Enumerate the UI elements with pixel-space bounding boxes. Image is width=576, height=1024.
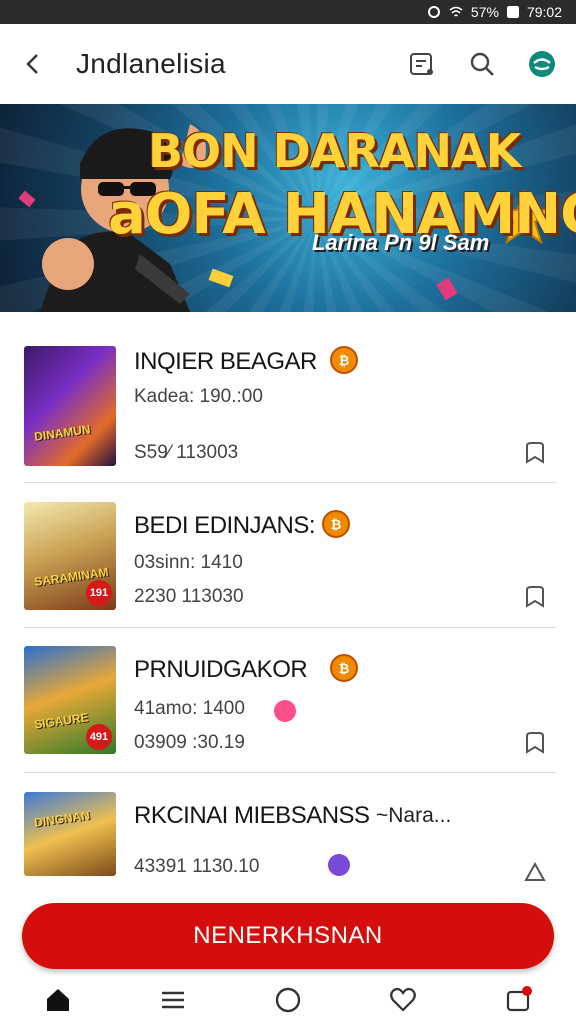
search-icon <box>470 52 494 76</box>
game-thumbnail: DINAMUN <box>24 346 116 466</box>
game-thumbnail: SARAMINAM 191 <box>24 502 116 610</box>
game-meta-1: Kadea: 190.:00 <box>134 386 263 407</box>
page-title: Jndlanelisia <box>76 48 226 79</box>
game-thumbnail: DINGNAN <box>24 792 116 876</box>
game-meta-1: 03sinn: 1410 <box>134 552 243 573</box>
note-icon <box>410 53 433 75</box>
game-meta-2: 2230 113030 <box>134 586 244 607</box>
bookmark-icon[interactable] <box>522 584 548 610</box>
status-bar: 57% 79:02 <box>0 0 576 24</box>
promo-banner[interactable]: BON DARANAK aOFA HANAMNG Larina Pn 9l Sa… <box>0 104 576 312</box>
bookmark-icon[interactable] <box>522 730 548 756</box>
circle-icon <box>275 987 301 1013</box>
primary-action-button[interactable]: NENERKHSNAN <box>22 903 554 969</box>
coin-icon: ₿ <box>322 510 350 538</box>
game-title: RKCINAI MIEBSANSS <box>134 802 370 829</box>
back-button[interactable] <box>18 49 48 79</box>
divider <box>24 482 556 483</box>
app-bar: Jndlanelisia <box>0 24 576 104</box>
nav-home[interactable] <box>38 980 78 1020</box>
home-icon <box>46 989 69 1011</box>
clock: 79:02 <box>526 4 562 20</box>
game-title: INQIER BEAGAR <box>134 348 317 375</box>
profile-avatar-icon <box>529 51 555 77</box>
profile-button[interactable] <box>526 48 558 80</box>
game-thumbnail: SIGAURE 491 <box>24 646 116 754</box>
chat-bubble-icon <box>274 700 296 722</box>
app-bar-actions <box>406 48 558 80</box>
vibrate-icon <box>427 6 440 18</box>
chat-bubble-icon <box>328 854 350 876</box>
battery-icon <box>506 6 519 18</box>
heart-icon <box>390 987 417 1012</box>
coin-icon: ₿ <box>330 654 358 682</box>
game-meta-2: 03909 :30.19 <box>134 732 245 753</box>
nav-list[interactable] <box>153 980 193 1020</box>
battery-percent: 57% <box>470 4 499 20</box>
nav-inbox[interactable] <box>498 980 538 1020</box>
divider <box>24 627 556 628</box>
thumbnail-title: DINAMUN <box>33 422 92 444</box>
list-item[interactable]: SIGAURE 491 PRNUIDGAKOR ₿ 41amo: 1400 03… <box>24 646 556 754</box>
bottom-nav <box>0 976 576 1024</box>
notes-button[interactable] <box>406 48 438 80</box>
thumbnail-badge: 191 <box>86 580 112 606</box>
banner-headline-1: BON DARANAK <box>148 124 521 178</box>
thumbnail-badge: 491 <box>86 724 112 750</box>
game-meta-1: 41amo: 1400 <box>134 698 245 719</box>
nav-circle[interactable] <box>268 980 308 1020</box>
chevron-left-icon <box>26 54 38 74</box>
thumbnail-title: SIGAURE <box>33 710 90 732</box>
game-meta-1: 43391 1130.10 <box>134 856 260 877</box>
divider <box>24 772 556 773</box>
nav-favorites[interactable] <box>383 980 423 1020</box>
list-item[interactable]: SARAMINAM 191 BEDI EDINJANS: ₿ 03sinn: 1… <box>24 502 556 610</box>
bookmark-icon[interactable] <box>522 440 548 466</box>
thumbnail-title: DINGNAN <box>33 808 91 830</box>
game-title: PRNUIDGAKOR <box>134 656 308 683</box>
banner-subline: Larina Pn 9l Sam <box>312 230 490 255</box>
list-item[interactable]: DINAMUN INQIER BEAGAR ₿ Kadea: 190.:00 S… <box>24 346 556 466</box>
search-button[interactable] <box>466 48 498 80</box>
game-title-suffix: ~Nara... <box>376 804 452 827</box>
game-meta-2: S59⁄ 113003 <box>134 442 239 463</box>
list-item[interactable]: DINGNAN RKCINAI MIEBSANSS ~Nara... 43391… <box>24 792 556 881</box>
share-icon[interactable] <box>522 858 548 884</box>
game-title: BEDI EDINJANS: <box>134 512 316 539</box>
list-icon <box>161 991 184 1009</box>
wifi-icon <box>449 6 463 17</box>
coin-icon: ₿ <box>330 346 358 374</box>
